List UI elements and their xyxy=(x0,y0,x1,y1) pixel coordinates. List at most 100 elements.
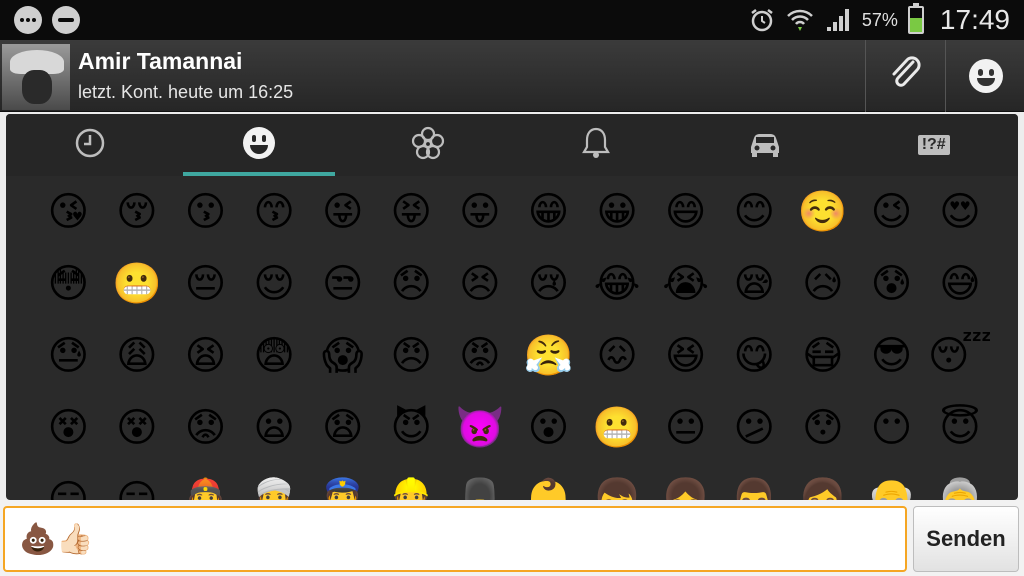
emoji-key[interactable]: 😧 xyxy=(308,392,377,464)
emoji-key[interactable]: 👨 xyxy=(720,464,789,500)
contact-name[interactable]: Amir Tamannai xyxy=(78,48,242,75)
emoji-key[interactable]: 😰 xyxy=(857,248,926,320)
emoji-key[interactable]: 👿 xyxy=(446,392,515,464)
emoji-key[interactable]: 😈 xyxy=(377,392,446,464)
emoji-key[interactable]: 😏 xyxy=(34,464,103,500)
emoji-key[interactable]: 👷 xyxy=(377,464,446,500)
emoji-key[interactable]: 😒 xyxy=(308,248,377,320)
emoji-key[interactable]: 😦 xyxy=(240,392,309,464)
emoji-key[interactable]: 👳 xyxy=(240,464,309,500)
smiley-icon xyxy=(968,59,1003,93)
tab-places[interactable] xyxy=(681,114,850,176)
emoji-key[interactable]: 😭 xyxy=(651,248,720,320)
emoji-key[interactable]: 😔 xyxy=(171,248,240,320)
tab-objects[interactable] xyxy=(512,114,681,176)
emoji-key[interactable]: 👩 xyxy=(789,464,858,500)
emoji-key[interactable]: 😨 xyxy=(240,320,309,392)
emoji-key[interactable]: 😤 xyxy=(514,320,583,392)
emoji-grid: 😘 😚 😗 😙 😜 😝 😛 😁 😀 😄 😊 ☺️ 😉 😍 😳 😬 😔 😌 😒 😞 😣 😢 😂 😭 😪 😥 😰 😅 😓 😩 😫 😨 😱 😠 😡 😤 😖 😆 😋… xyxy=(34,176,994,500)
emoji-key[interactable]: 😍 xyxy=(926,176,994,248)
signal-icon xyxy=(824,6,852,34)
emoji-key[interactable]: 😫 xyxy=(171,320,240,392)
emoji-key[interactable]: 😖 xyxy=(583,320,652,392)
emoji-key[interactable]: 😅 xyxy=(926,248,994,320)
emoji-key[interactable]: 😜 xyxy=(308,176,377,248)
paperclip-icon xyxy=(886,54,926,98)
emoji-key[interactable]: 😎 xyxy=(857,320,926,392)
emoji-key[interactable]: 😊 xyxy=(720,176,789,248)
emoji-key[interactable]: 😯 xyxy=(789,392,858,464)
emoji-key[interactable]: 😋 xyxy=(720,320,789,392)
emoji-key[interactable]: 😞 xyxy=(377,248,446,320)
emoji-key[interactable]: 😥 xyxy=(789,248,858,320)
message-input[interactable]: 💩👍🏻 xyxy=(3,506,907,572)
emoji-key[interactable]: 😂 xyxy=(583,248,652,320)
emoji-key[interactable]: 😩 xyxy=(103,320,172,392)
emoji-key[interactable]: 😘 xyxy=(34,176,103,248)
tab-people[interactable] xyxy=(175,114,344,176)
emoji-key[interactable]: 😛 xyxy=(446,176,515,248)
tab-recent[interactable] xyxy=(6,114,175,176)
emoji-key[interactable]: 😟 xyxy=(171,392,240,464)
battery-percent: 57% xyxy=(861,9,898,30)
emoji-key[interactable]: 👲 xyxy=(171,464,240,500)
emoji-key[interactable]: 😁 xyxy=(514,176,583,248)
emoji-key[interactable]: 👵 xyxy=(926,464,994,500)
battery-icon xyxy=(907,3,924,34)
tab-symbols[interactable]: !?# xyxy=(849,114,1018,176)
emoji-key[interactable]: 😬 xyxy=(583,392,652,464)
emoji-key[interactable]: 😌 xyxy=(240,248,309,320)
emoji-key[interactable]: 😷 xyxy=(789,320,858,392)
emoji-key[interactable]: 😐 xyxy=(651,392,720,464)
last-seen-status: letzt. Kont. heute um 16:25 xyxy=(78,82,294,102)
emoji-key[interactable]: 😗 xyxy=(171,176,240,248)
blocked-icon xyxy=(52,6,80,34)
emoji-key[interactable]: 😪 xyxy=(720,248,789,320)
emoji-key[interactable]: 😇 xyxy=(926,392,994,464)
emoji-key[interactable]: 👮 xyxy=(308,464,377,500)
emoji-key[interactable]: 😀 xyxy=(583,176,652,248)
alarm-icon xyxy=(748,6,776,34)
emoji-key[interactable]: 😙 xyxy=(240,176,309,248)
emoji-key[interactable]: 😆 xyxy=(651,320,720,392)
emoji-key[interactable]: 😡 xyxy=(446,320,515,392)
emoji-key[interactable]: 👴 xyxy=(857,464,926,500)
status-bar: 57% 17:49 xyxy=(0,0,1024,40)
composer-bar: 💩👍🏻 Senden xyxy=(0,500,1024,576)
emoji-key[interactable]: 😴 xyxy=(926,320,994,392)
symbols-icon: !?# xyxy=(917,135,950,155)
emoji-key[interactable]: 😵 xyxy=(34,392,103,464)
emoji-key[interactable]: 👧 xyxy=(651,464,720,500)
emoji-key[interactable]: 😬 xyxy=(103,248,172,320)
smiley-icon xyxy=(241,125,277,165)
emoji-key[interactable]: 😮 xyxy=(514,392,583,464)
emoji-button[interactable] xyxy=(945,40,1024,112)
avatar[interactable] xyxy=(2,44,70,110)
emoji-key[interactable]: 😠 xyxy=(377,320,446,392)
emoji-key[interactable]: 😄 xyxy=(651,176,720,248)
car-icon xyxy=(747,125,783,165)
emoji-key[interactable]: 😑 xyxy=(103,464,172,500)
send-button[interactable]: Senden xyxy=(913,506,1019,572)
emoji-key[interactable]: 😱 xyxy=(308,320,377,392)
emoji-key[interactable]: 😵 xyxy=(103,392,172,464)
emoji-key[interactable]: 😚 xyxy=(103,176,172,248)
emoji-key[interactable]: 💂 xyxy=(446,464,515,500)
emoji-key[interactable]: 😕 xyxy=(720,392,789,464)
attach-button[interactable] xyxy=(865,40,945,112)
emoji-key[interactable]: 😣 xyxy=(446,248,515,320)
emoji-key[interactable]: ☺️ xyxy=(789,176,858,248)
clock: 17:49 xyxy=(939,4,1010,35)
flower-icon xyxy=(410,125,446,165)
emoji-key[interactable]: 😶 xyxy=(857,392,926,464)
tab-nature[interactable] xyxy=(343,114,512,176)
emoji-key[interactable]: 😢 xyxy=(514,248,583,320)
bell-icon xyxy=(578,125,614,165)
emoji-key[interactable]: 😳 xyxy=(34,248,103,320)
emoji-key[interactable]: 👦 xyxy=(583,464,652,500)
emoji-key[interactable]: 😓 xyxy=(34,320,103,392)
emoji-key[interactable]: 😝 xyxy=(377,176,446,248)
emoji-key[interactable]: 👶 xyxy=(514,464,583,500)
more-icon xyxy=(14,6,42,34)
emoji-key[interactable]: 😉 xyxy=(857,176,926,248)
